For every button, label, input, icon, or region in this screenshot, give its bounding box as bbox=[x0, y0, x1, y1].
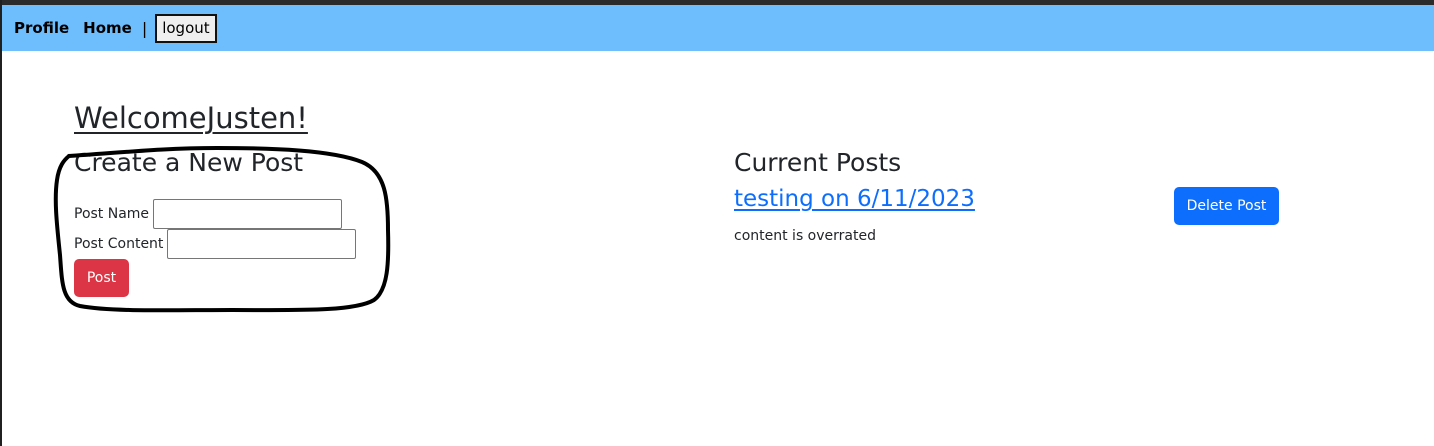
submit-post-button[interactable]: Post bbox=[74, 259, 129, 297]
post-name-row: Post Name bbox=[74, 199, 343, 229]
post-content-input[interactable] bbox=[167, 229, 357, 259]
welcome-heading: WelcomeJusten! bbox=[74, 101, 308, 135]
nav-profile-link[interactable]: Profile bbox=[14, 19, 69, 37]
delete-post-button[interactable]: Delete Post bbox=[1174, 187, 1279, 225]
logout-button[interactable]: logout bbox=[155, 13, 217, 43]
post-name-input[interactable] bbox=[153, 199, 343, 229]
current-posts-heading: Current Posts bbox=[734, 148, 902, 177]
post-content-label: Post Content bbox=[74, 236, 164, 252]
nav-separator: | bbox=[141, 18, 148, 38]
top-navbar: Profile Home | logout bbox=[2, 5, 1434, 51]
post-content-text: content is overrated bbox=[734, 228, 876, 244]
post-title-link[interactable]: testing on 6/11/2023 bbox=[734, 186, 975, 212]
page: Profile Home | logout WelcomeJusten! Cre… bbox=[0, 0, 1434, 446]
post-name-label: Post Name bbox=[74, 206, 150, 222]
create-post-heading: Create a New Post bbox=[74, 148, 304, 177]
post-content-row: Post Content bbox=[74, 229, 357, 259]
nav-home-link[interactable]: Home bbox=[83, 19, 132, 37]
